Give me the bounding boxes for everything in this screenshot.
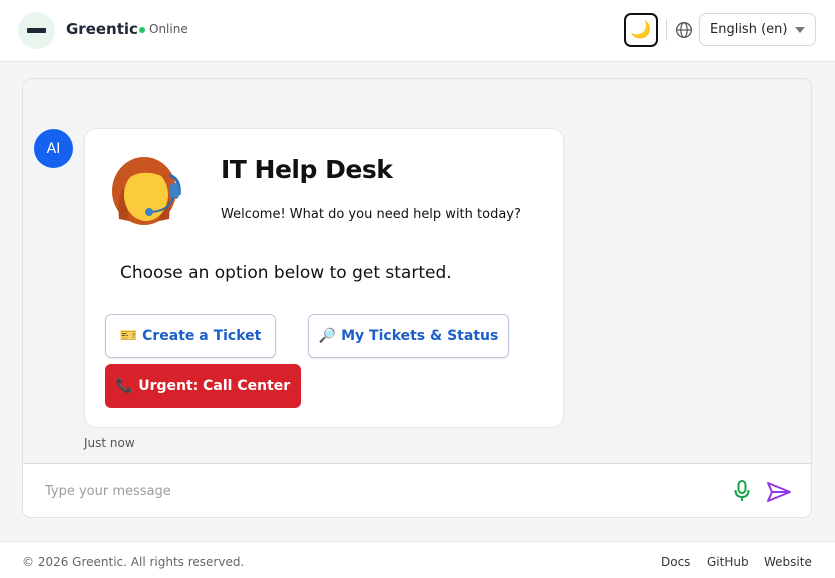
moon-icon: 🌙 bbox=[630, 20, 652, 40]
my-tickets-button[interactable]: 🔎 My Tickets & Status bbox=[308, 314, 509, 358]
language-select[interactable]: English (en) bbox=[699, 13, 816, 46]
ai-avatar: AI bbox=[34, 129, 73, 168]
message-input[interactable] bbox=[35, 474, 715, 508]
message-composer bbox=[23, 463, 811, 517]
footer-link-website[interactable]: Website bbox=[764, 555, 812, 569]
chevron-down-icon bbox=[795, 27, 805, 33]
card-title: IT Help Desk bbox=[221, 155, 393, 184]
online-status-dot-icon bbox=[139, 27, 145, 33]
my-tickets-label: My Tickets & Status bbox=[341, 328, 499, 344]
support-agent-icon bbox=[112, 157, 181, 225]
ai-avatar-label: AI bbox=[46, 140, 61, 157]
urgent-call-center-label: Urgent: Call Center bbox=[138, 378, 291, 394]
ticket-icon: 🎫 bbox=[119, 328, 138, 344]
globe-icon bbox=[676, 22, 692, 38]
chat-panel: AI IT Help Desk Welcome! What do you nee… bbox=[22, 78, 812, 518]
message-timestamp: Just now bbox=[84, 436, 135, 450]
footer-link-github[interactable]: GitHub bbox=[707, 555, 749, 569]
card-prompt: Choose an option below to get started. bbox=[120, 263, 452, 283]
status-text: Online bbox=[149, 22, 188, 36]
brand-name: Greentic bbox=[66, 20, 138, 38]
header-divider bbox=[666, 19, 667, 41]
send-icon[interactable] bbox=[766, 481, 792, 503]
page-footer: © 2026 Greentic. All rights reserved. Do… bbox=[0, 541, 835, 578]
microphone-icon[interactable] bbox=[732, 479, 752, 503]
create-ticket-button[interactable]: 🎫 Create a Ticket bbox=[105, 314, 276, 358]
footer-link-docs[interactable]: Docs bbox=[661, 555, 690, 569]
urgent-call-center-button[interactable]: 📞 Urgent: Call Center bbox=[105, 364, 301, 408]
magnifier-icon: 🔎 bbox=[318, 328, 337, 344]
copyright-text: © 2026 Greentic. All rights reserved. bbox=[22, 555, 245, 569]
logo-mark-icon bbox=[27, 28, 46, 33]
language-select-value: English (en) bbox=[710, 22, 788, 37]
dark-mode-toggle-button[interactable]: 🌙 bbox=[624, 13, 658, 47]
logo bbox=[18, 12, 55, 49]
app-header: Greentic Online 🌙 English (en) bbox=[0, 0, 835, 62]
phone-icon: 📞 bbox=[115, 378, 134, 394]
create-ticket-label: Create a Ticket bbox=[142, 328, 262, 344]
card-subtitle: Welcome! What do you need help with toda… bbox=[221, 207, 521, 222]
welcome-card: IT Help Desk Welcome! What do you need h… bbox=[84, 128, 564, 428]
